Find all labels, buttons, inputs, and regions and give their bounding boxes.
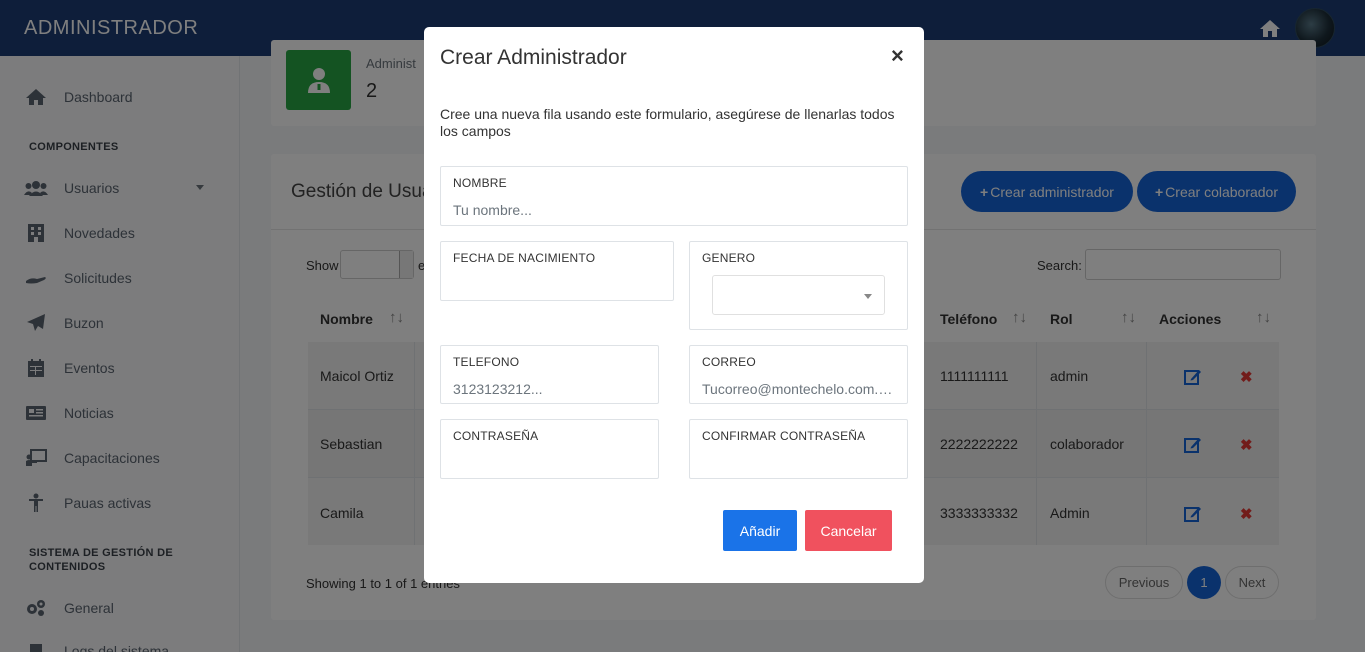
- telefono-field[interactable]: TELEFONO 3123123212...: [440, 345, 659, 404]
- contrasena-label: CONTRASEÑA: [453, 429, 539, 443]
- close-icon[interactable]: ×: [891, 44, 904, 68]
- fecha-label: FECHA DE NACIMIENTO: [453, 251, 596, 265]
- genero-select[interactable]: [712, 275, 885, 315]
- genero-label: GENERO: [702, 251, 756, 265]
- genero-field: GENERO: [689, 241, 908, 330]
- modal-description: Cree una nueva fila usando este formular…: [440, 106, 895, 139]
- telefono-label: TELEFONO: [453, 355, 520, 369]
- fecha-nacimiento-field[interactable]: FECHA DE NACIMIENTO: [440, 241, 674, 301]
- chevron-down-icon: [864, 294, 872, 299]
- telefono-input[interactable]: 3123123212...: [453, 381, 648, 397]
- nombre-input[interactable]: Tu nombre...: [453, 202, 893, 218]
- create-admin-modal: Crear Administrador × Cree una nueva fil…: [424, 27, 924, 583]
- add-button[interactable]: Añadir: [723, 510, 797, 551]
- confirmar-contrasena-field[interactable]: CONFIRMAR CONTRASEÑA: [689, 419, 908, 479]
- contrasena-field[interactable]: CONTRASEÑA: [440, 419, 659, 479]
- confirmar-label: CONFIRMAR CONTRASEÑA: [702, 429, 866, 443]
- nombre-field[interactable]: NOMBRE Tu nombre...: [440, 166, 908, 226]
- correo-label: CORREO: [702, 355, 756, 369]
- modal-title: Crear Administrador: [440, 46, 627, 69]
- nombre-label: NOMBRE: [453, 176, 507, 190]
- correo-input[interactable]: Tucorreo@montechelo.com.co...: [702, 381, 897, 397]
- cancel-button[interactable]: Cancelar: [805, 510, 892, 551]
- correo-field[interactable]: CORREO Tucorreo@montechelo.com.co...: [689, 345, 908, 404]
